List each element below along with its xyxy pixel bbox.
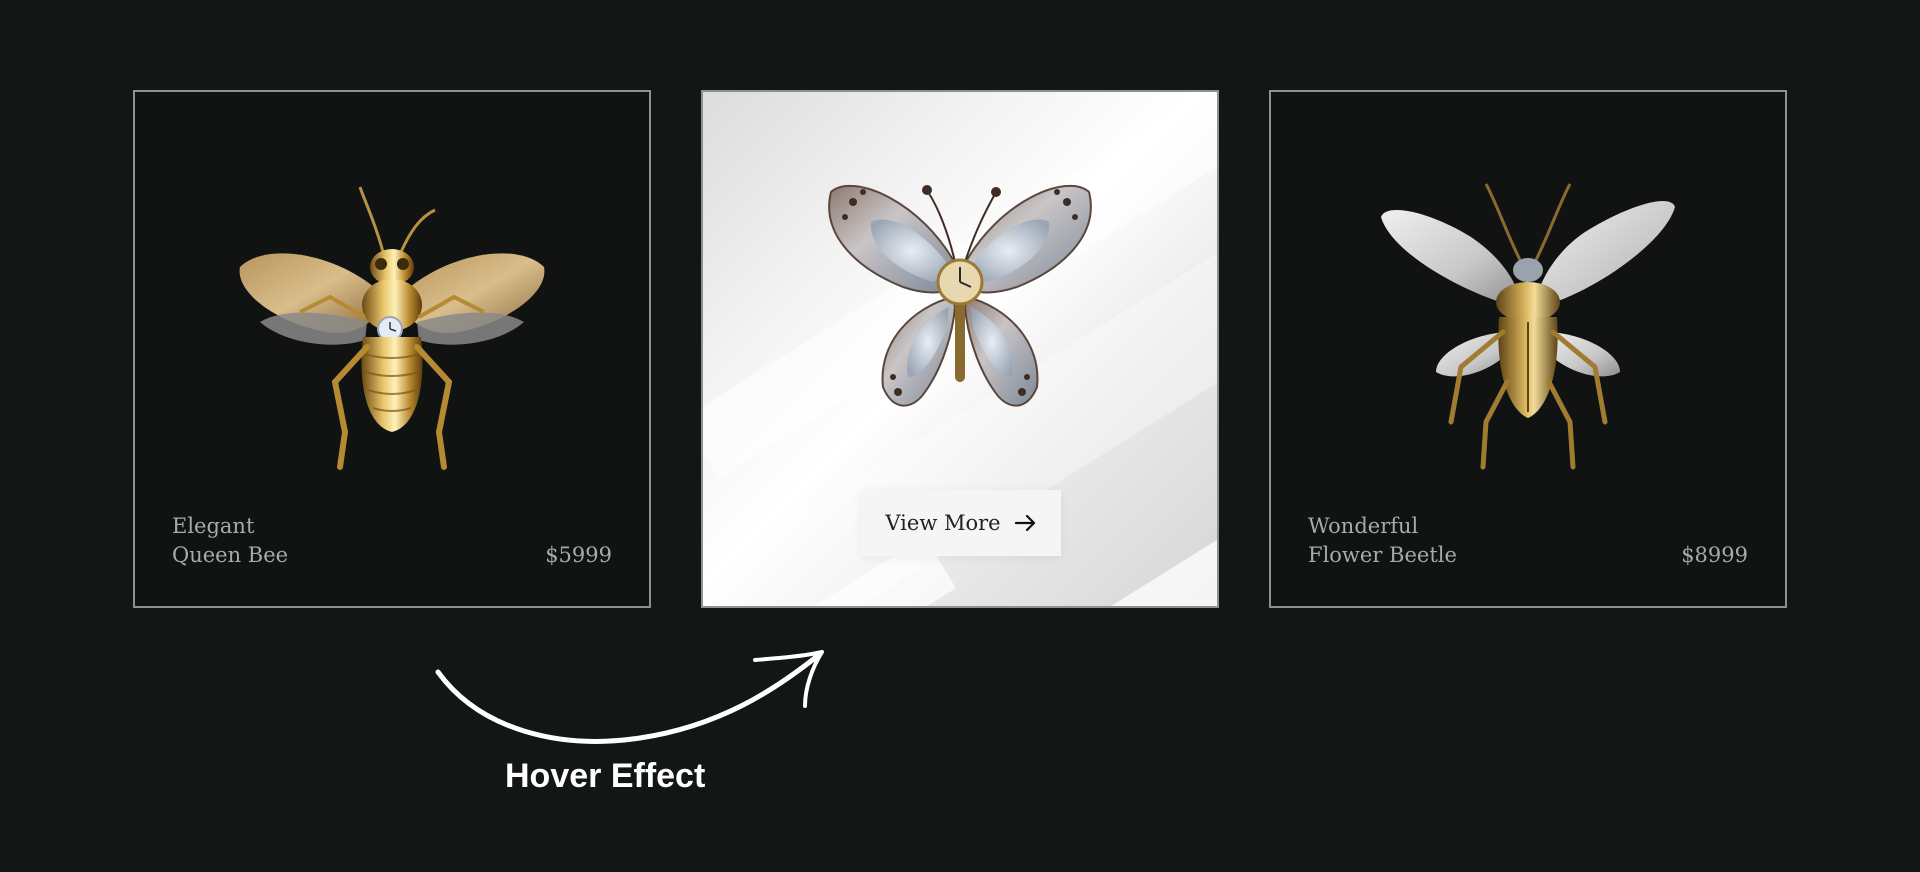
view-more-button[interactable]: View More [861, 490, 1061, 556]
product-card-butterfly-hovered[interactable]: View More [701, 90, 1219, 608]
arrow-right-icon [1014, 514, 1035, 532]
product-name-line-1: Elegant [172, 514, 255, 538]
product-card-queen-bee[interactable]: Elegant Queen Bee $5999 [133, 90, 651, 608]
product-showcase: Elegant Queen Bee $5999 View More Wonder… [0, 0, 1920, 872]
product-name: Wonderful Flower Beetle [1308, 512, 1457, 570]
product-name: Elegant Queen Bee [172, 512, 288, 570]
product-price: $8999 [1681, 543, 1748, 567]
hover-effect-label: Hover Effect [505, 757, 706, 795]
curved-arrow-icon [435, 650, 824, 744]
product-name-line-2: Flower Beetle [1308, 543, 1457, 567]
product-name-line-2: Queen Bee [172, 543, 289, 567]
product-card-flower-beetle[interactable]: Wonderful Flower Beetle $8999 [1269, 90, 1787, 608]
product-price: $5999 [545, 543, 612, 567]
view-more-label: View More [885, 511, 1001, 535]
product-name-line-1: Wonderful [1308, 514, 1419, 538]
